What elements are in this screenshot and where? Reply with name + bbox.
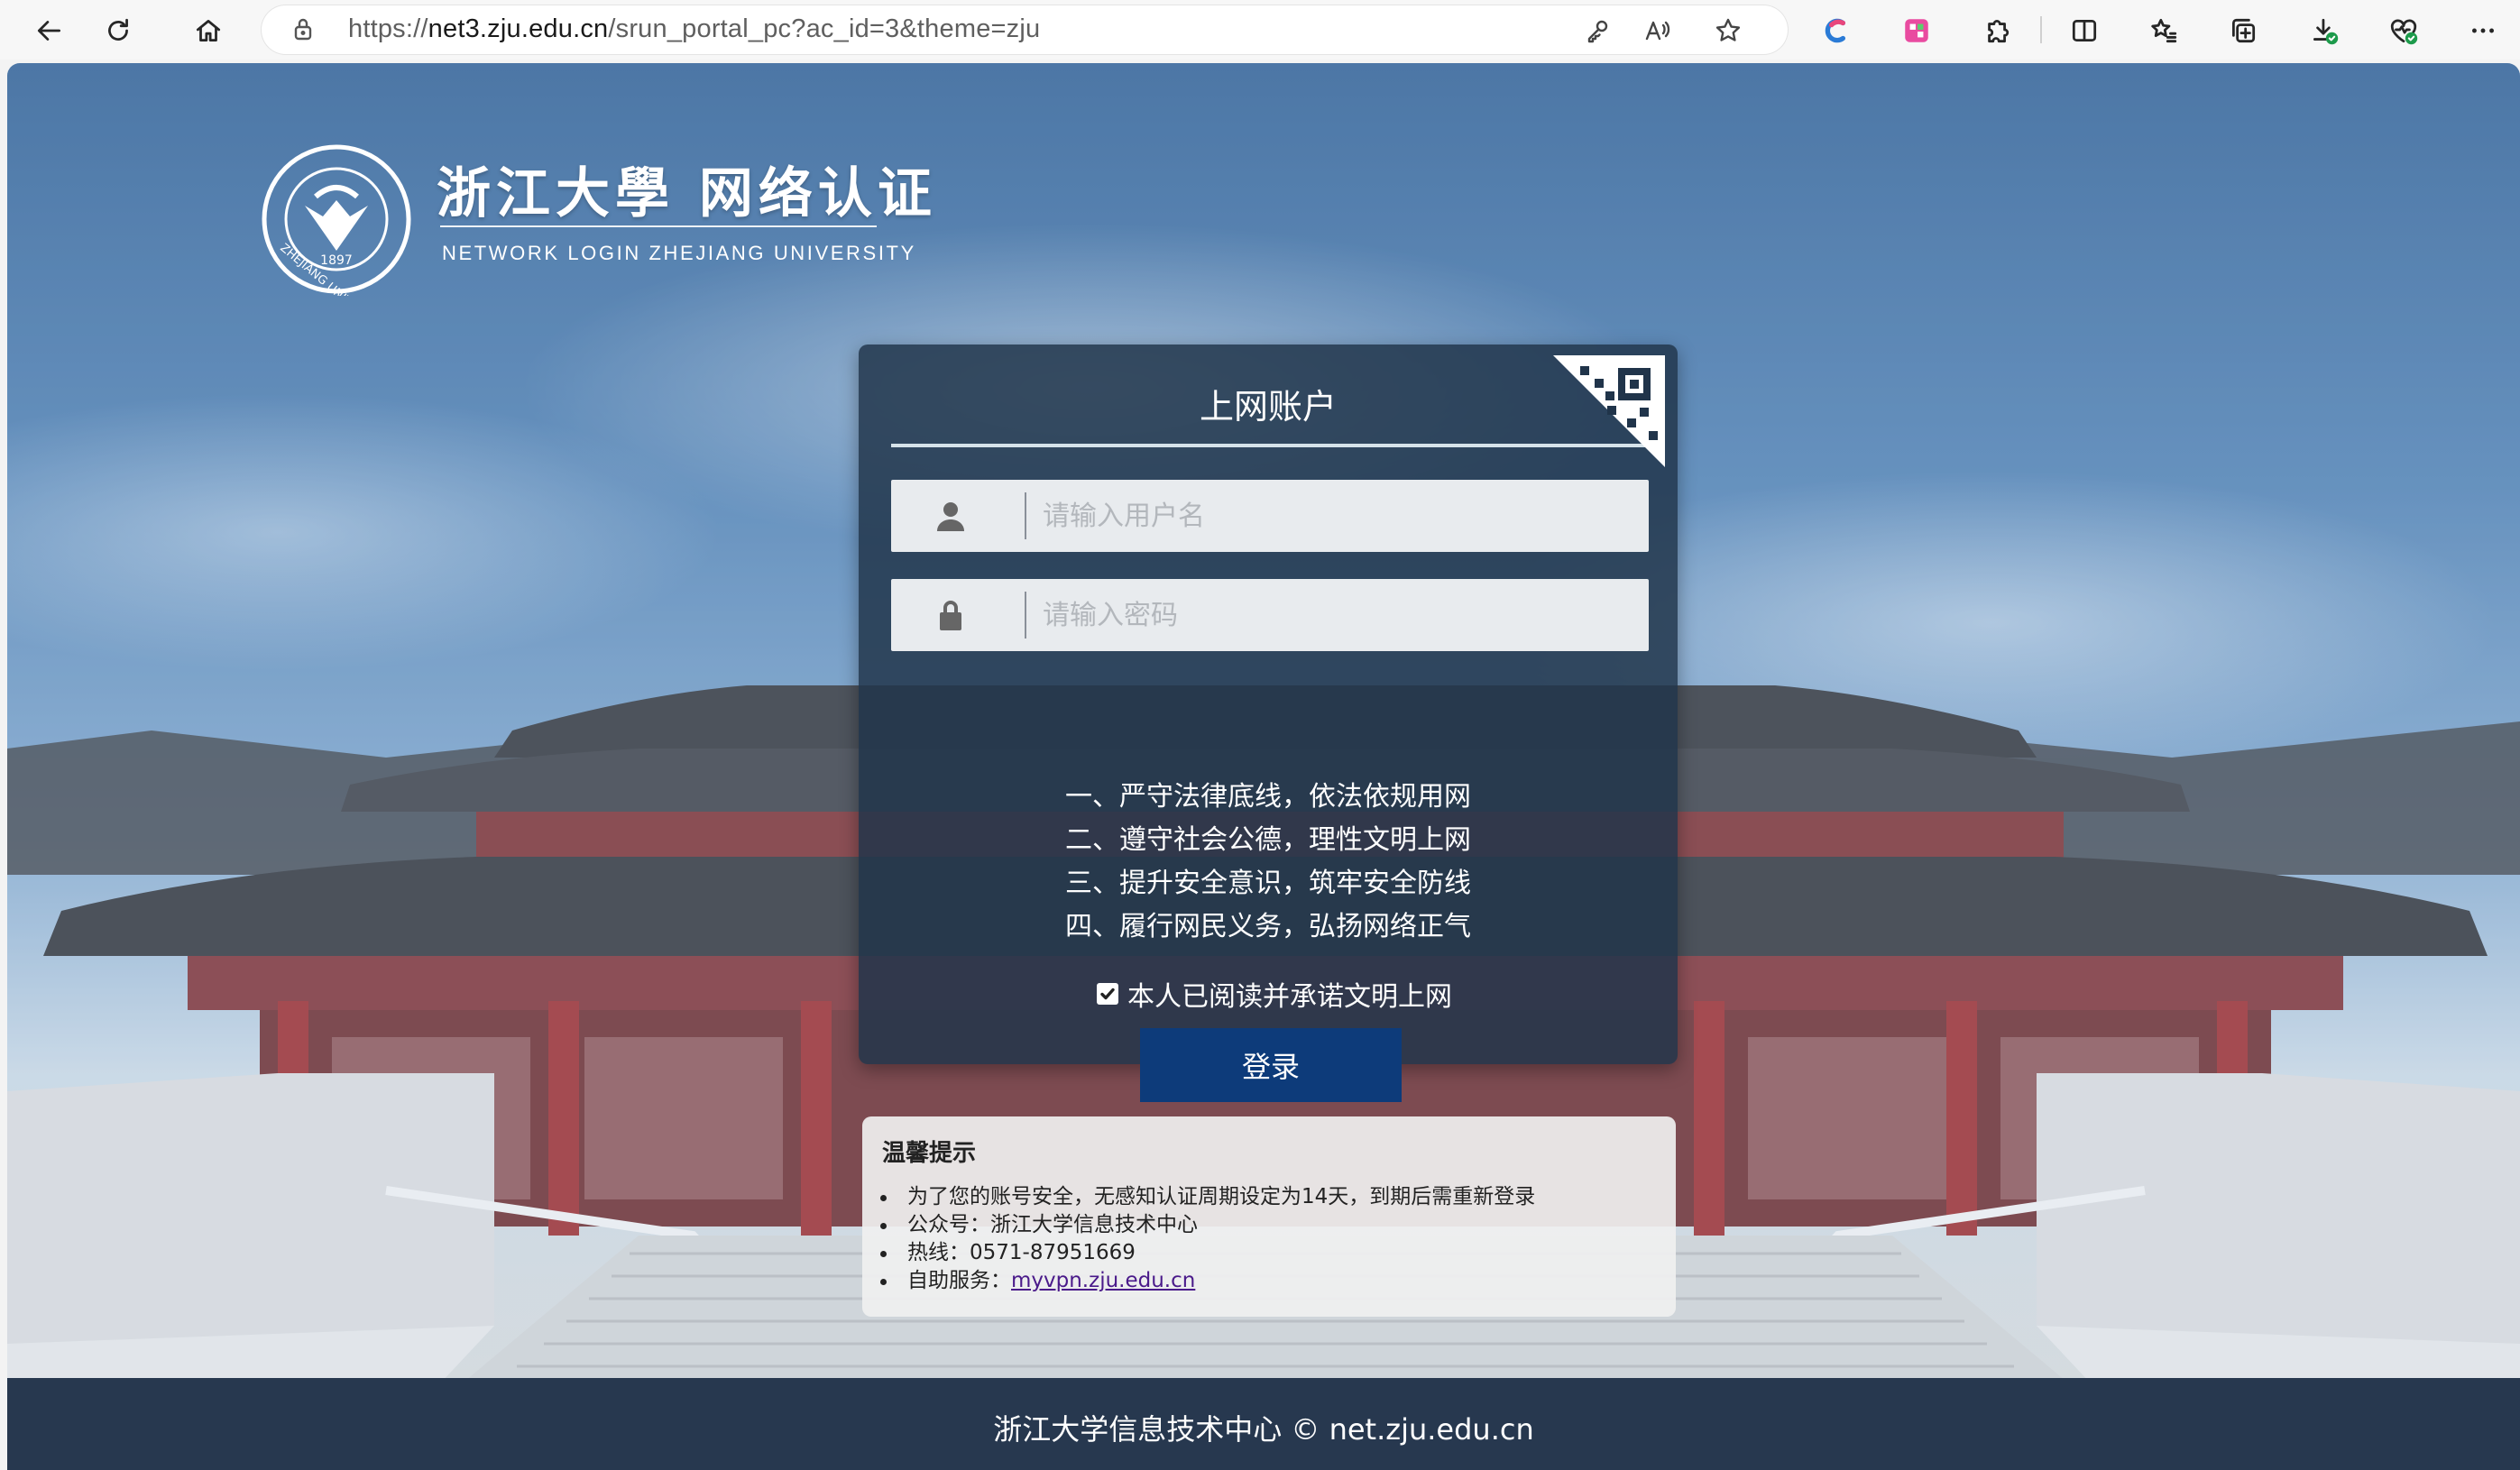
username-field (891, 480, 1649, 552)
favorites-icon[interactable] (2141, 8, 2186, 53)
read-aloud-icon[interactable] (1642, 14, 1674, 47)
rule-item: 三、提升安全意识，筑牢安全防线 (1065, 868, 1471, 899)
notice-list: 为了您的账号安全，无感知认证周期设定为14天，到期后需重新登录 公众号：浙江大学… (879, 1183, 1535, 1295)
self-service-label: 自助服务： (907, 1269, 1011, 1292)
more-icon[interactable] (2460, 8, 2506, 53)
user-icon (933, 498, 969, 534)
toolbar-separator (2040, 16, 2042, 43)
favorite-star-icon[interactable] (1712, 14, 1744, 47)
collections-icon[interactable] (2221, 8, 2266, 53)
login-title-divider (891, 444, 1663, 447)
list-item: 为了您的账号安全，无感知认证周期设定为14天，到期后需重新登录 (879, 1183, 1535, 1211)
logo-subtitle: NETWORK LOGIN ZHEJIANG UNIVERSITY (442, 242, 916, 264)
lock-icon (933, 597, 969, 633)
username-input[interactable] (1043, 480, 1638, 552)
browser-essentials-icon[interactable] (2381, 8, 2426, 53)
login-button[interactable]: 登录 (1140, 1028, 1402, 1102)
notice-title: 温馨提示 (882, 1140, 977, 1167)
address-bar[interactable]: https://net3.zju.edu.cn/srun_portal_pc?a… (262, 5, 1788, 54)
list-item: 公众号：浙江大学信息技术中心 (879, 1211, 1535, 1239)
puzzle-icon[interactable] (1973, 8, 2019, 53)
field-divider (1025, 492, 1026, 539)
login-panel: 上网账户 请输入用户名 一、严守法律底线，依法依规用网 二、遵守社会公德，理性文… (859, 345, 1678, 1102)
logo-title: 浙江大學 网络认证 (437, 162, 937, 225)
copilot-icon[interactable] (1815, 8, 1860, 53)
self-service-link[interactable]: myvpn.zju.edu.cn (1011, 1269, 1195, 1292)
list-item: 热线：0571-87951669 (879, 1239, 1535, 1267)
svg-text:1897: 1897 (320, 253, 353, 268)
footer-text: 浙江大学信息技术中心 © net.zju.edu.cn (993, 1412, 1534, 1447)
rule-item: 一、严守法律底线，依法依规用网 (1065, 781, 1471, 813)
password-input[interactable] (1043, 579, 1638, 651)
usage-rules: 一、严守法律底线，依法依规用网 二、遵守社会公德，理性文明上网 三、提升安全意识… (859, 776, 1678, 949)
page-footer: 浙江大学信息技术中心 © net.zju.edu.cn (7, 1378, 2520, 1470)
password-field (891, 579, 1649, 651)
zju-seal-logo: 1897 ZHEJIANG UNIVERSITY (262, 144, 411, 296)
back-icon[interactable] (27, 8, 72, 53)
split-screen-icon[interactable] (2062, 8, 2107, 53)
extension-icon[interactable] (1894, 8, 1939, 53)
page-viewport: 1897 ZHEJIANG UNIVERSITY 浙江大學 网络认证 NETWO… (7, 63, 2520, 1470)
url-text[interactable]: https://net3.zju.edu.cn/srun_portal_pc?a… (348, 14, 1040, 44)
rule-item: 二、遵守社会公德，理性文明上网 (1065, 824, 1471, 856)
logo-divider (440, 225, 877, 227)
qr-code-login-icon[interactable] (1553, 355, 1665, 467)
notice-box: 温馨提示 为了您的账号安全，无感知认证周期设定为14天，到期后需重新登录 公众号… (862, 1116, 1676, 1317)
browser-toolbar: https://net3.zju.edu.cn/srun_portal_pc?a… (0, 0, 2520, 60)
site-info-icon[interactable] (289, 15, 317, 44)
downloads-icon[interactable] (2302, 8, 2347, 53)
agree-label[interactable]: 本人已阅读并承诺文明上网 (1127, 974, 1452, 1014)
refresh-icon[interactable] (96, 8, 141, 53)
password-key-icon[interactable] (1582, 14, 1614, 47)
home-icon[interactable] (186, 8, 231, 53)
agree-checkbox-row[interactable]: 本人已阅读并承诺文明上网 (1097, 974, 1452, 1014)
list-item: 自助服务：myvpn.zju.edu.cn (879, 1267, 1535, 1295)
rule-item: 四、履行网民义务，弘扬网络正气 (1065, 911, 1471, 942)
field-divider (1025, 592, 1026, 639)
agree-checkbox[interactable] (1097, 983, 1118, 1005)
